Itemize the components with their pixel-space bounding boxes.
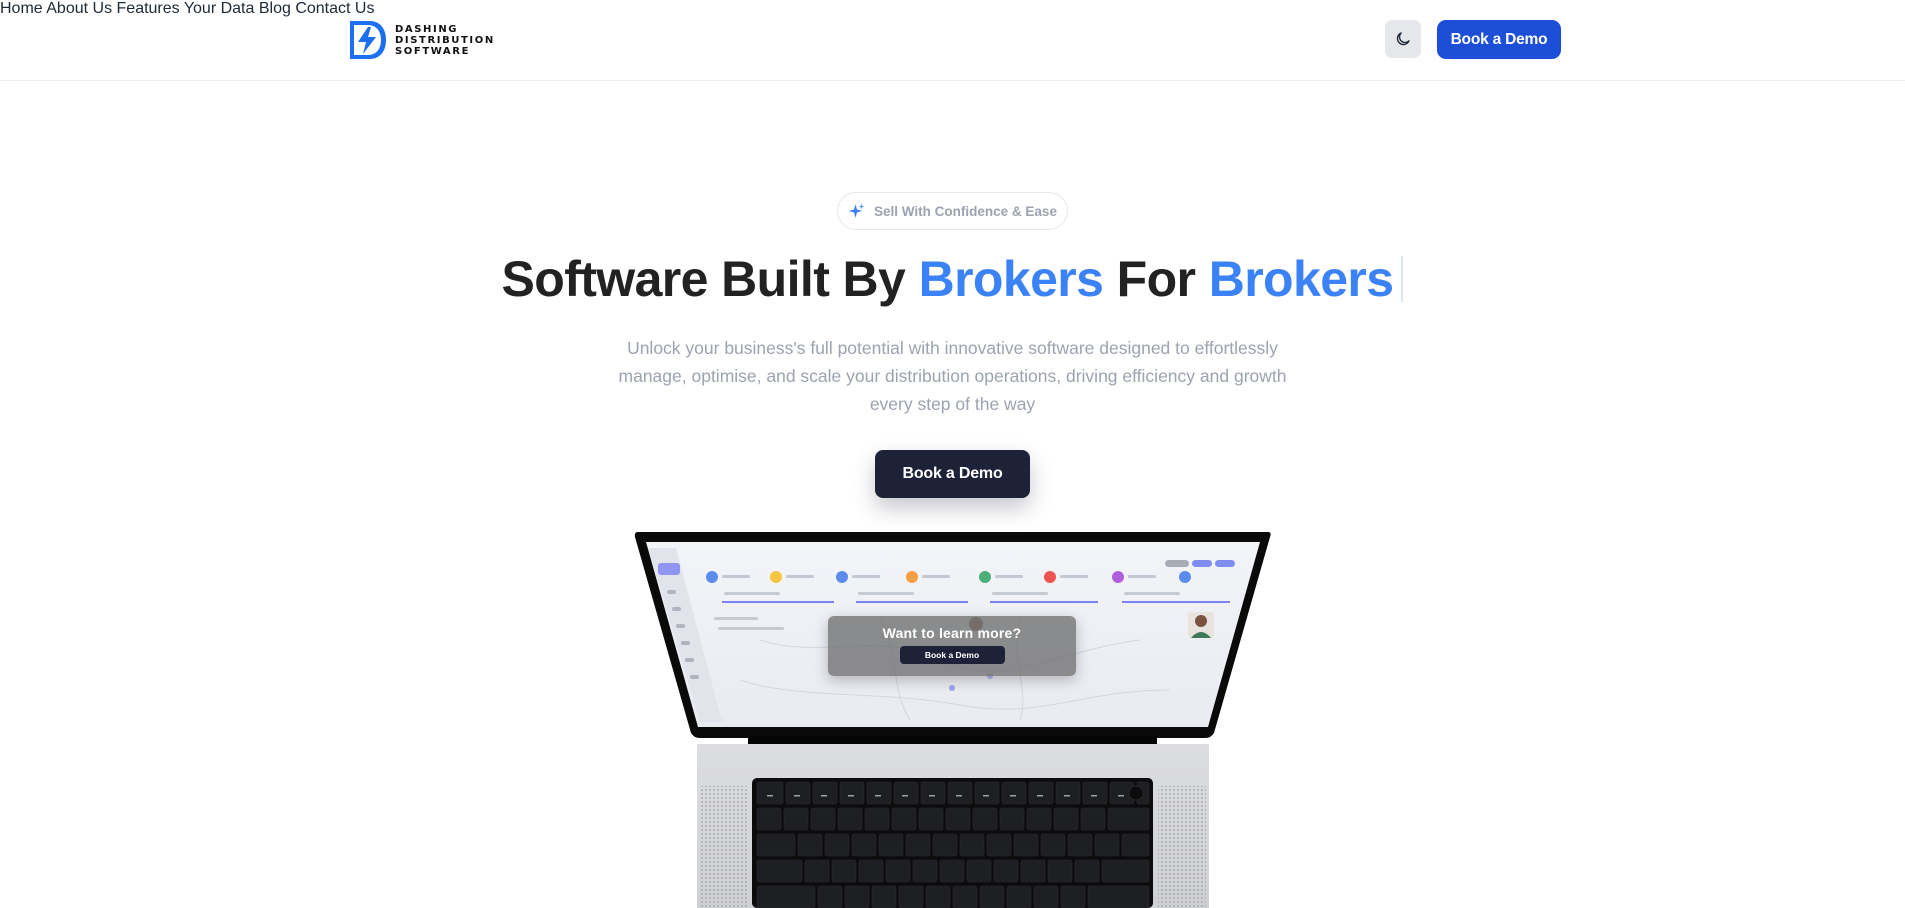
headline-highlight-2: Brokers (1208, 251, 1394, 307)
theme-toggle-button[interactable] (1385, 20, 1421, 58)
header-book-demo-button[interactable]: Book a Demo (1437, 20, 1561, 59)
logo-icon (350, 21, 386, 59)
brand-line-2: DISTRIBUTION (395, 34, 495, 46)
brand-line-1: DASHING (395, 23, 459, 35)
screen-cta-overlay: Want to learn more? Book a Demo (828, 616, 1076, 676)
nav-blog[interactable]: Blog (259, 0, 291, 17)
brand-line-3: SOFTWARE (395, 45, 471, 57)
headline-part-2: For (1103, 251, 1209, 307)
main-nav: Home About Us Features Your Data Blog Co… (0, 0, 1905, 18)
site-header: DASHING DISTRIBUTION SOFTWARE Home About… (0, 0, 1905, 81)
headline-highlight-1: Brokers (918, 251, 1104, 307)
nav-contact-us[interactable]: Contact Us (295, 0, 374, 17)
screen-cta-title: Want to learn more? (882, 625, 1022, 641)
nav-features[interactable]: Features (117, 0, 180, 17)
nav-about-us[interactable]: About Us (46, 0, 112, 17)
nav-your-data[interactable]: Your Data (184, 0, 255, 17)
brand-name: DASHING DISTRIBUTION SOFTWARE (395, 24, 495, 57)
headline-part-1: Software Built By (501, 251, 919, 307)
hero-book-demo-button[interactable]: Book a Demo (875, 450, 1030, 498)
laptop-base (697, 744, 1209, 908)
hero-headline: Software Built By Brokers For Brokers (0, 247, 1905, 311)
hero-badge: Sell With Confidence & Ease (837, 192, 1068, 230)
hero-badge-text: Sell With Confidence & Ease (874, 203, 1057, 219)
hero-subtitle: Unlock your business's full potential wi… (618, 338, 1287, 414)
sparkle-icon (848, 203, 865, 218)
nav-home[interactable]: Home (0, 0, 43, 17)
moon-icon (1396, 32, 1410, 46)
typing-cursor (1401, 255, 1404, 302)
brand-logo[interactable]: DASHING DISTRIBUTION SOFTWARE (346, 18, 495, 62)
screen-book-demo-button[interactable]: Book a Demo (899, 646, 1005, 664)
laptop-keyboard (752, 778, 1153, 908)
